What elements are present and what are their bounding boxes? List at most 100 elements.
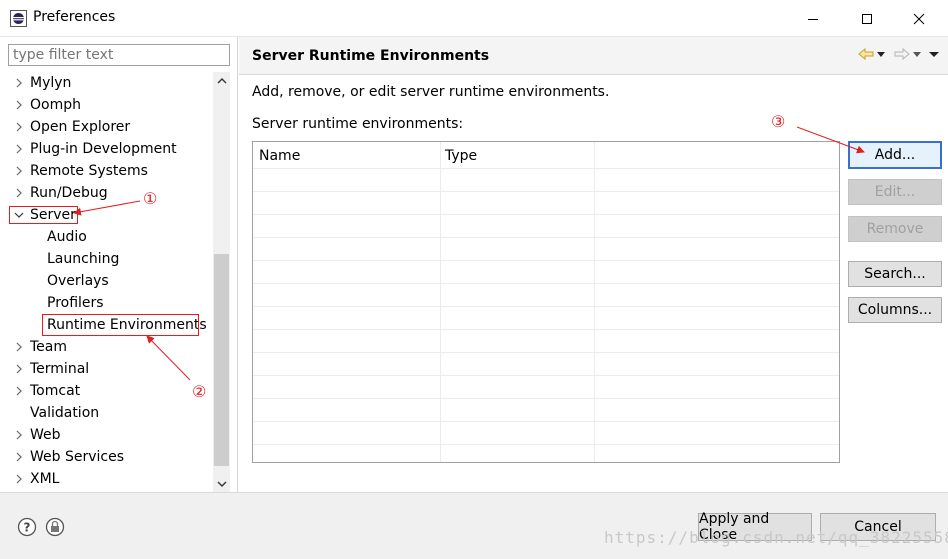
- table-row-line: [253, 421, 839, 422]
- table-row-line: [253, 352, 839, 353]
- page-header: Server Runtime Environments: [239, 37, 948, 75]
- view-menu-icon[interactable]: [928, 47, 940, 61]
- chevron-right-icon[interactable]: [14, 473, 24, 485]
- table-row-line: [253, 237, 839, 238]
- chevron-right-icon[interactable]: [14, 143, 24, 155]
- import-export-icon[interactable]: [45, 517, 65, 537]
- chevron-down-icon: [217, 481, 226, 487]
- page-title: Server Runtime Environments: [252, 48, 490, 64]
- table-row-line: [253, 168, 839, 169]
- tree-item-label: Open Explorer: [30, 119, 131, 135]
- annotation-box-runtime-environments: [42, 314, 199, 336]
- tree-item-label: Oomph: [30, 97, 81, 113]
- tree-item-plug-in-development[interactable]: Plug-in Development: [0, 138, 213, 160]
- table-row-line: [253, 260, 839, 261]
- chevron-right-icon[interactable]: [14, 341, 24, 353]
- table-row-line: [253, 283, 839, 284]
- tree-item-xml[interactable]: XML: [0, 468, 213, 490]
- chevron-right-icon[interactable]: [14, 165, 24, 177]
- tree-item-label: Web: [30, 427, 61, 443]
- tree-item-validation[interactable]: Validation: [0, 402, 213, 424]
- tree-item-label: Plug-in Development: [30, 141, 177, 157]
- column-header-name[interactable]: Name: [259, 148, 300, 164]
- table-row-line: [253, 306, 839, 307]
- annotation-number-one: ①: [143, 189, 158, 208]
- tree-item-tomcat[interactable]: Tomcat: [0, 380, 213, 402]
- minimize-icon: [808, 18, 818, 20]
- tree-item-label: XML: [30, 471, 60, 487]
- table-row-line: [253, 329, 839, 330]
- tree-item-profilers[interactable]: Profilers: [0, 292, 213, 314]
- column-divider: [440, 142, 441, 462]
- tree-item-label: Overlays: [47, 273, 109, 289]
- maximize-button[interactable]: [844, 0, 890, 37]
- tree-item-label: Audio: [47, 229, 87, 245]
- watermark: https://blog.csdn.net/qq_38225558: [604, 528, 948, 547]
- annotation-number-two: ②: [192, 382, 207, 401]
- preferences-tree: Mylyn Oomph Open Explorer Plug-in Develo…: [0, 72, 213, 492]
- back-arrow-icon[interactable]: [858, 47, 874, 61]
- tree-item-label: Run/Debug: [30, 185, 108, 201]
- chevron-up-icon: [217, 77, 226, 83]
- chevron-right-icon[interactable]: [14, 187, 24, 199]
- tree-item-label: Remote Systems: [30, 163, 148, 179]
- tree-item-web[interactable]: Web: [0, 424, 213, 446]
- edit-button[interactable]: Edit...: [848, 179, 942, 205]
- chevron-right-icon[interactable]: [14, 451, 24, 463]
- forward-dropdown-icon[interactable]: [912, 47, 922, 61]
- tree-item-audio[interactable]: Audio: [0, 226, 213, 248]
- svg-text:?: ?: [24, 521, 31, 535]
- preferences-tree-pane: Mylyn Oomph Open Explorer Plug-in Develo…: [0, 37, 238, 492]
- tree-item-open-explorer[interactable]: Open Explorer: [0, 116, 213, 138]
- chevron-right-icon[interactable]: [14, 363, 24, 375]
- close-icon: [913, 13, 925, 24]
- filter-input[interactable]: [8, 44, 230, 66]
- page-description: Add, remove, or edit server runtime envi…: [252, 84, 610, 100]
- columns-button[interactable]: Columns...: [848, 297, 942, 323]
- runtime-list-label: Server runtime environments:: [252, 116, 464, 132]
- tree-item-terminal[interactable]: Terminal: [0, 358, 213, 380]
- chevron-right-icon[interactable]: [14, 121, 24, 133]
- chevron-right-icon[interactable]: [14, 385, 24, 397]
- minimize-button[interactable]: [790, 0, 836, 37]
- window-title: Preferences: [33, 9, 116, 25]
- scroll-down-button[interactable]: [213, 475, 230, 492]
- tree-item-oomph[interactable]: Oomph: [0, 94, 213, 116]
- tree-item-run-debug[interactable]: Run/Debug: [0, 182, 213, 204]
- dialog-footer: ? Apply and Close Cancel: [0, 492, 948, 559]
- table-row-line: [253, 398, 839, 399]
- scroll-up-button[interactable]: [213, 72, 230, 89]
- chevron-right-icon[interactable]: [14, 429, 24, 441]
- forward-arrow-icon[interactable]: [894, 47, 910, 61]
- annotation-number-three: ③: [771, 112, 786, 131]
- runtime-environments-table[interactable]: Name Type: [252, 141, 840, 463]
- back-dropdown-icon[interactable]: [876, 47, 886, 61]
- search-button[interactable]: Search...: [848, 261, 942, 287]
- tree-item-mylyn[interactable]: Mylyn: [0, 72, 213, 94]
- tree-item-label: Web Services: [30, 449, 125, 465]
- tree-item-team[interactable]: Team: [0, 336, 213, 358]
- tree-item-launching[interactable]: Launching: [0, 248, 213, 270]
- tree-item-overlays[interactable]: Overlays: [0, 270, 213, 292]
- tree-item-label: Mylyn: [30, 75, 72, 91]
- annotation-box-server: [9, 206, 78, 224]
- tree-item-remote-systems[interactable]: Remote Systems: [0, 160, 213, 182]
- tree-item-label: Tomcat: [30, 383, 81, 399]
- chevron-right-icon[interactable]: [14, 77, 24, 89]
- add-button[interactable]: Add...: [848, 141, 942, 169]
- table-row-line: [253, 191, 839, 192]
- column-divider: [594, 142, 595, 462]
- close-button[interactable]: [896, 0, 942, 37]
- tree-item-web-services[interactable]: Web Services: [0, 446, 213, 468]
- tree-item-label: Launching: [47, 251, 120, 267]
- help-icon[interactable]: ?: [17, 517, 37, 537]
- remove-button[interactable]: Remove: [848, 216, 942, 242]
- tree-scrollbar[interactable]: [213, 72, 230, 492]
- column-header-type[interactable]: Type: [445, 148, 477, 164]
- tree-item-label: Team: [30, 339, 68, 355]
- scrollbar-thumb[interactable]: [214, 254, 229, 466]
- title-bar: Preferences: [0, 0, 948, 37]
- table-row-line: [253, 375, 839, 376]
- table-row-line: [253, 214, 839, 215]
- chevron-right-icon[interactable]: [14, 99, 24, 111]
